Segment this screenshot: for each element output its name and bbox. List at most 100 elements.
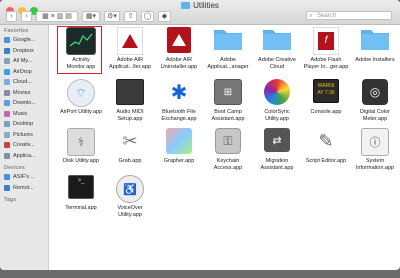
favorites-item-label: Downlo... — [13, 100, 36, 107]
app-item[interactable]: ⓘ System Information.app — [348, 128, 400, 171]
app-label: Adobe Applicat...anager — [201, 57, 255, 70]
app-item[interactable]: ColorSync Utility.app — [250, 79, 304, 122]
app-item[interactable]: >_ Terminal.app — [54, 175, 108, 212]
favorites-item-icon — [4, 131, 10, 138]
devices-item-icon — [4, 184, 10, 191]
app-item[interactable]: WARNI AY 7:36 Console.app — [299, 79, 353, 116]
sidebar-devices-header: Devices — [4, 165, 25, 171]
favorites-item[interactable]: Pictures — [0, 130, 48, 141]
favorites-item-icon — [4, 152, 10, 159]
app-label-line2: Uninstaller.app — [160, 63, 198, 70]
app-label-line2: Utility.app — [265, 115, 289, 122]
folder-icon — [181, 2, 191, 9]
app-item[interactable]: Audio MIDI Setup.app — [103, 79, 157, 122]
app-label: ColorSync Utility.app — [250, 109, 304, 122]
favorites-item[interactable]: Music — [0, 109, 48, 120]
boot-camp-icon: ⊞ — [213, 79, 243, 107]
share-icon[interactable]: ⇧ — [124, 11, 137, 22]
app-item[interactable]: Adobe Applicat...anager — [201, 27, 255, 70]
app-item[interactable]: f Adobe Flash Player In...ger.app — [299, 27, 353, 70]
app-item[interactable]: ◎ Digital Color Meter.app — [348, 79, 400, 122]
bluetooth-icon: ✱ — [170, 81, 188, 104]
search-input[interactable]: ⌕ Search — [306, 11, 392, 20]
tag-icon[interactable]: ◯ — [141, 11, 154, 22]
favorites-item[interactable]: Google... — [0, 35, 48, 46]
favorites-item[interactable]: Dropbox — [0, 46, 48, 57]
app-label: VoiceOver Utility.app — [103, 205, 157, 218]
favorites-item[interactable]: AirDrop — [0, 67, 48, 78]
app-label: Adobe Creative Cloud — [250, 57, 304, 70]
view-switcher[interactable]: ▦ ≡ ▥ ▤ — [36, 11, 78, 22]
app-label: Adobe AIR Applicat...ller.app — [103, 57, 157, 70]
favorites-item-icon — [4, 47, 10, 54]
favorites-item-icon — [4, 142, 10, 149]
favorites-item[interactable]: Downlo... — [0, 98, 48, 109]
app-label: Migration Assistant.app — [250, 158, 304, 171]
terminal-icon: >_ — [66, 175, 96, 203]
app-label-line2: Utility.app — [118, 211, 142, 218]
app-label-line1: Disk Utility.app — [63, 158, 99, 164]
dropbox-icon[interactable]: ◆ — [158, 11, 171, 22]
app-item[interactable]: Adobe AIR Uninstaller.app — [152, 27, 206, 70]
sidebar-favorites-header: Favorites — [4, 28, 29, 34]
app-item[interactable]: ✂ Grab.app — [103, 128, 157, 165]
title-bar: Utilities ‹ › ▦ ≡ ▥ ▤ ▦▾ ⚙▾ ⇧ ◯ ◆ ⌕ Sear… — [0, 0, 400, 25]
app-label-line2: Meter.app — [362, 115, 388, 122]
devices-item[interactable]: ASIF's ... — [0, 172, 48, 183]
app-label: Audio MIDI Setup.app — [103, 109, 157, 122]
favorites-item[interactable]: Cloud... — [0, 77, 48, 88]
toolbar: ‹ › ▦ ≡ ▥ ▤ ▦▾ ⚙▾ ⇧ ◯ ◆ — [6, 11, 171, 22]
app-label-line2: Player In...ger.app — [303, 63, 349, 70]
devices-item-label: Remot... — [13, 184, 34, 191]
app-item[interactable]: ✎ Script Editor.app — [299, 128, 353, 165]
app-label-line1: Adobe Installers — [355, 57, 395, 63]
app-item[interactable]: ⇄ Migration Assistant.app — [250, 128, 304, 171]
app-item[interactable]: ⊞ Boot Camp Assistant.app — [201, 79, 255, 122]
app-item[interactable]: ⚕ Disk Utility.app — [54, 128, 108, 165]
app-item[interactable]: ⚿ Keychain Access.app — [201, 128, 255, 171]
search-icon: ⌕ — [309, 13, 313, 19]
app-label-line2: Exchange.app — [161, 115, 197, 122]
forward-button[interactable]: › — [21, 11, 32, 22]
app-label-line1: Adobe Creative — [258, 57, 296, 63]
adobe-air-installer-icon — [115, 27, 145, 55]
folder-icon — [213, 27, 243, 55]
airport-utility-icon: ⌔ — [66, 79, 96, 107]
app-label: Adobe Installers — [348, 57, 400, 64]
favorites-item[interactable]: Desktop — [0, 119, 48, 130]
app-item[interactable]: Adobe Installers — [348, 27, 400, 64]
app-item[interactable]: ✱ Bluetooth File Exchange.app — [152, 79, 206, 122]
app-label: Disk Utility.app — [54, 158, 108, 165]
app-item[interactable]: ⌔ AirPort Utility.app — [54, 79, 108, 116]
action-gear-icon[interactable]: ⚙▾ — [104, 11, 120, 22]
app-item[interactable]: ♿ VoiceOver Utility.app — [103, 175, 157, 218]
app-item[interactable]: Grapher.app — [152, 128, 206, 165]
favorites-item[interactable]: Movies — [0, 88, 48, 99]
app-label-line2: Applicat...anager — [207, 63, 249, 70]
devices-item-icon — [4, 174, 10, 181]
app-label-line1: Grab.app — [118, 158, 142, 164]
arrange-button[interactable]: ▦▾ — [82, 11, 100, 22]
back-button[interactable]: ‹ — [6, 11, 17, 22]
app-item[interactable]: Adobe Creative Cloud — [250, 27, 304, 70]
favorites-item[interactable]: All My... — [0, 56, 48, 67]
app-label-line2: Setup.app — [117, 115, 143, 122]
desktop-strip — [0, 270, 400, 278]
selection-highlight — [57, 26, 102, 74]
app-label-line1: Console.app — [310, 109, 342, 115]
disk-utility-icon: ⚕ — [66, 128, 96, 156]
file-grid: Activity Monitor.app Adobe AIR Applicat...l… — [49, 25, 400, 270]
app-label-line2: Assistant.app — [211, 115, 245, 122]
favorites-item-icon — [4, 37, 10, 44]
favorites-item-label: Applica... — [13, 152, 36, 159]
favorites-item-label: Creativ... — [13, 142, 35, 149]
flash-player-icon: f — [311, 27, 341, 55]
devices-item-label: ASIF's ... — [13, 174, 36, 181]
favorites-item[interactable]: Applica... — [0, 151, 48, 162]
devices-item[interactable]: Remot... — [0, 183, 48, 194]
favorites-item-label: Music — [13, 110, 28, 117]
app-item[interactable]: Adobe AIR Applicat...ller.app — [103, 27, 157, 70]
app-label: Bluetooth File Exchange.app — [152, 109, 206, 122]
favorites-item-icon — [4, 100, 10, 107]
favorites-item[interactable]: Creativ... — [0, 140, 48, 151]
